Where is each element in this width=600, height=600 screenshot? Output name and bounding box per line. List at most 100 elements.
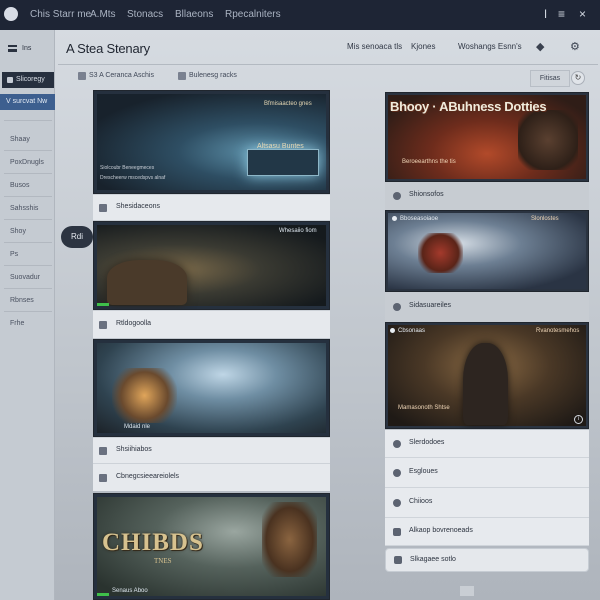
sidebar-item-10[interactable]: Rbnses — [0, 293, 55, 309]
filter-tag-1[interactable]: S3 A Ceranca Aschis — [78, 70, 154, 82]
list-item[interactable]: Shsiihiabos — [93, 437, 330, 463]
row-label: Cbnegcsieeareiolels — [116, 473, 180, 480]
top-bar: Chis Starr me A.Mts Stonacs Bllaeons Rpe… — [0, 0, 600, 30]
sidebar-item-store[interactable]: Slicoregy — [2, 72, 54, 88]
sidebar-item-11[interactable]: Frhe — [0, 316, 55, 332]
sidebar-item-3[interactable]: Shaay — [0, 132, 55, 148]
row-label: Shsiihiabos — [116, 446, 152, 453]
featured-card-art — [388, 213, 586, 289]
game-card-subtitle: TNES — [154, 557, 172, 565]
sidebar-divider — [4, 242, 52, 243]
progress-bar — [97, 593, 109, 596]
hamburger-icon[interactable] — [8, 45, 17, 52]
row-label: Slkagaee sotlo — [410, 556, 456, 563]
row-label: Chiioos — [409, 498, 433, 505]
game-card-tag: Whesaiio fiom — [279, 228, 317, 234]
game-card-sub-1: Siolcoubr Beneegmeces — [100, 165, 155, 171]
featured-card-sub: Mamasonoth Shtse — [398, 405, 450, 411]
game-card-2[interactable]: Whesaiio fiom — [93, 221, 330, 310]
sidebar-divider — [4, 311, 52, 312]
scroll-indicator[interactable] — [460, 586, 474, 596]
sidebar-divider — [4, 173, 52, 174]
progress-bar — [97, 303, 109, 306]
header-link-1[interactable]: Mis senoaca tls — [347, 42, 402, 51]
row-label: Shionsofos — [409, 191, 444, 198]
game-card-1[interactable]: Bfmisaacteo gnes Altsasu Buntes Siolcoub… — [93, 90, 330, 194]
page-title: A Stea Stenary — [66, 41, 150, 56]
list-item[interactable]: Slerdodoes — [385, 430, 589, 458]
sidebar-header[interactable]: Ins — [0, 40, 55, 60]
featured-card-caption: Rvanotesmehos — [536, 328, 580, 334]
sidebar: Ins Slicoregy V surcvat Nw Shaay PoxDnug… — [0, 30, 55, 600]
row-icon — [99, 474, 107, 482]
featured-card-caption: Slonlostes — [531, 216, 559, 222]
sidebar-divider — [4, 196, 52, 197]
list-item[interactable]: Esgloues — [385, 458, 589, 488]
notification-icon[interactable]: ◆ — [536, 40, 544, 53]
sidebar-divider — [4, 120, 52, 121]
nav-item-library[interactable]: Bllaeons — [175, 9, 213, 20]
nav-item-store[interactable]: Stonacs — [127, 9, 163, 20]
game-card-4[interactable]: CHIBDS TNES Senaus Aboo — [93, 493, 330, 600]
game-card-tag: Mdaid nle — [124, 424, 151, 430]
row-icon — [393, 499, 401, 507]
nav-item-home[interactable]: Chis Starr me — [30, 9, 91, 20]
header-link-3[interactable]: Woshangs Esnn's — [458, 42, 522, 51]
row-icon — [393, 303, 401, 311]
chat-bubble[interactable]: Rdi — [61, 226, 93, 248]
game-card-tag: Senaus Aboo — [112, 588, 148, 594]
featured-card-tag: Cbsonaas — [390, 328, 425, 334]
game-card-sign: Altsasu Buntes — [257, 143, 304, 150]
row-label: Slerdodoes — [409, 439, 445, 446]
list-item[interactable]: Shionsofos — [385, 182, 589, 210]
sidebar-divider — [4, 219, 52, 220]
sidebar-divider — [4, 265, 52, 266]
list-item[interactable]: Sidasuareiles — [385, 292, 589, 322]
sidebar-header-label: Ins — [22, 45, 32, 52]
close-icon[interactable]: × — [579, 7, 586, 21]
info-icon[interactable]: i — [574, 415, 583, 424]
nav-item-community[interactable]: Rpecalniters — [225, 9, 281, 20]
header-divider — [58, 64, 598, 65]
game-card-art — [97, 225, 326, 306]
info-icon[interactable]: ǀ — [544, 7, 547, 21]
row-icon — [393, 469, 401, 477]
row-icon — [99, 447, 107, 455]
sidebar-item-9[interactable]: Suovadur — [0, 270, 55, 286]
row-icon — [99, 321, 107, 329]
sidebar-item-active[interactable]: V surcvat Nw — [0, 94, 55, 110]
row-label: Rtldogoolla — [116, 320, 152, 327]
list-item[interactable]: Cbnegcsieeareiolels — [93, 463, 330, 491]
sidebar-item-5[interactable]: Busos — [0, 178, 55, 194]
nav-item-apps[interactable]: A.Mts — [90, 9, 116, 20]
sidebar-item-7[interactable]: Shoy — [0, 224, 55, 240]
featured-card-3[interactable]: Cbsonaas Rvanotesmehos Mamasonoth Shtse … — [385, 322, 589, 429]
row-icon — [393, 440, 401, 448]
list-item[interactable]: Chiioos — [385, 488, 589, 518]
row-label: Shesidaceons — [116, 203, 160, 210]
sidebar-item-8[interactable]: Ps — [0, 247, 55, 263]
settings-icon[interactable]: ⚙ — [570, 40, 580, 53]
featured-card-tag: Bboseasoiaoe — [392, 216, 438, 222]
list-item[interactable]: Shesidaceons — [93, 194, 330, 220]
sidebar-divider — [4, 288, 52, 289]
featured-card-2[interactable]: Bboseasoiaoe Slonlostes — [385, 210, 589, 292]
sidebar-item-4[interactable]: PoxDnugls — [0, 155, 55, 171]
game-card-art — [97, 343, 326, 433]
app-logo-icon[interactable] — [4, 7, 18, 21]
list-item[interactable]: Rtldogoolla — [93, 310, 330, 338]
featured-card-1[interactable]: Bhooy · ABuhness Dotties Beroeearthns th… — [385, 92, 589, 182]
row-label: Esgloues — [409, 468, 438, 475]
sidebar-item-6[interactable]: Sahsshis — [0, 201, 55, 217]
filter-tag-2[interactable]: Bulenesg racks — [178, 70, 237, 82]
list-item[interactable]: Slkagaee sotlo — [385, 548, 589, 572]
menu-icon[interactable]: ≡ — [558, 7, 565, 21]
game-card-caption: Bfmisaacteo gnes — [264, 101, 312, 107]
row-icon — [393, 192, 401, 200]
refresh-icon[interactable]: ↻ — [571, 71, 585, 85]
game-card-3[interactable]: Mdaid nle — [93, 339, 330, 437]
filters-button[interactable]: Fitisas — [530, 70, 570, 87]
header-link-2[interactable]: Kjones — [411, 42, 435, 51]
row-icon — [99, 204, 107, 212]
list-item[interactable]: Alkaop bovrenoeads — [385, 518, 589, 546]
